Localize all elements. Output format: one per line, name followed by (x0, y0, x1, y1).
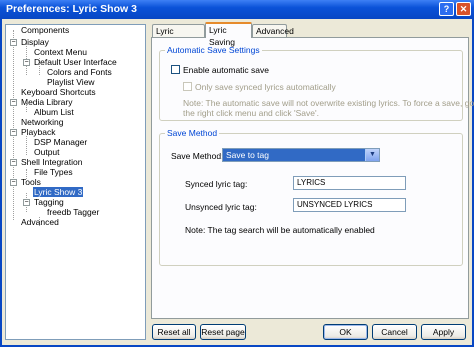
save-method-group: Save Method Save Method: Save to tag ▼ S… (159, 128, 463, 266)
save-method-select[interactable]: Save to tag ▼ (222, 148, 380, 162)
title-bar[interactable]: Preferences: Lyric Show 3 ? ✕ (0, 0, 474, 19)
save-method-value: Save to tag (226, 150, 270, 160)
auto-save-note-line2: the right click menu and click 'Save'. (183, 108, 319, 118)
collapse-playback-icon[interactable]: − (10, 129, 17, 136)
collapse-tools-icon[interactable]: − (10, 179, 17, 186)
synced-tag-label: Synced lyric tag: (185, 179, 248, 189)
tree-item-file-types[interactable]: File Types (34, 167, 73, 177)
tree-item-dsp-manager[interactable]: DSP Manager (34, 137, 87, 147)
tab-advanced[interactable]: Advanced (252, 24, 294, 37)
tree-item-playback[interactable]: Playback (21, 127, 56, 137)
tree-item-context-menu[interactable]: Context Menu (34, 47, 87, 57)
cancel-button[interactable]: Cancel (372, 324, 417, 340)
tree-item-networking[interactable]: Networking (21, 117, 64, 127)
auto-save-note-line1: Note: The automatic save will not overwr… (183, 98, 474, 108)
enable-automatic-save-label: Enable automatic save (183, 65, 269, 75)
only-synced-checkbox[interactable] (183, 82, 192, 91)
enable-automatic-save-checkbox[interactable] (171, 65, 180, 74)
tree-item-shell-integration[interactable]: Shell Integration (21, 157, 82, 167)
apply-button[interactable]: Apply (421, 324, 466, 340)
tag-search-note: Note: The tag search will be automatical… (185, 225, 375, 235)
automatic-save-group: Automatic Save Settings Enable automatic… (159, 45, 474, 121)
collapse-shell-integration-icon[interactable]: − (10, 159, 17, 166)
save-method-title: Save Method (165, 128, 220, 138)
tree-item-keyboard-shortcuts[interactable]: Keyboard Shortcuts (21, 87, 96, 97)
collapse-media-library-icon[interactable]: − (10, 99, 17, 106)
tab-lyric-saving[interactable]: Lyric Saving (205, 22, 252, 47)
ok-button[interactable]: OK (323, 324, 368, 340)
collapse-tagging-icon[interactable]: − (23, 199, 30, 206)
tree-item-tools[interactable]: Tools (21, 177, 41, 187)
close-button[interactable]: ✕ (456, 2, 471, 16)
help-button[interactable]: ? (439, 2, 454, 16)
tree-item-lyric-show-3[interactable]: Lyric Show 3 (33, 187, 84, 197)
preferences-tree[interactable]: Components − Display Context Menu − Defa… (5, 24, 146, 340)
save-method-label: Save Method: (171, 151, 224, 161)
lyric-saving-page: Automatic Save Settings Enable automatic… (151, 37, 474, 319)
tree-playback-line (26, 136, 27, 155)
tree-item-default-ui[interactable]: Default User Interface (34, 57, 117, 67)
window-title: Preferences: Lyric Show 3 (6, 3, 137, 15)
tree-item-colors-fonts[interactable]: Colors and Fonts (47, 67, 112, 77)
reset-all-button[interactable]: Reset all (152, 324, 196, 340)
only-synced-label: Only save synced lyrics automatically (195, 82, 336, 92)
tree-item-tagging[interactable]: Tagging (34, 197, 64, 207)
collapse-dui-icon[interactable]: − (23, 59, 30, 66)
tree-item-components[interactable]: Components (21, 25, 69, 35)
synced-tag-input[interactable]: LYRICS (293, 176, 406, 190)
collapse-display-icon[interactable]: − (10, 39, 17, 46)
chevron-down-icon[interactable]: ▼ (365, 149, 379, 161)
tree-item-advanced[interactable]: Advanced (21, 217, 59, 227)
tree-item-display[interactable]: Display (21, 37, 49, 47)
tree-item-album-list[interactable]: Album List (34, 107, 74, 117)
tree-root-line (13, 30, 14, 220)
unsynced-tag-input[interactable]: UNSYNCED LYRICS (293, 198, 406, 212)
reset-page-button[interactable]: Reset page (200, 324, 246, 340)
tree-item-freedb-tagger[interactable]: freedb Tagger (47, 207, 99, 217)
tree-item-playlist-view[interactable]: Playlist View (47, 77, 95, 87)
unsynced-tag-label: Unsynced lyric tag: (185, 202, 257, 212)
tree-item-output[interactable]: Output (34, 147, 60, 157)
tab-lyric-searching[interactable]: Lyric Searching (152, 24, 205, 48)
tree-item-media-library[interactable]: Media Library (21, 97, 73, 107)
